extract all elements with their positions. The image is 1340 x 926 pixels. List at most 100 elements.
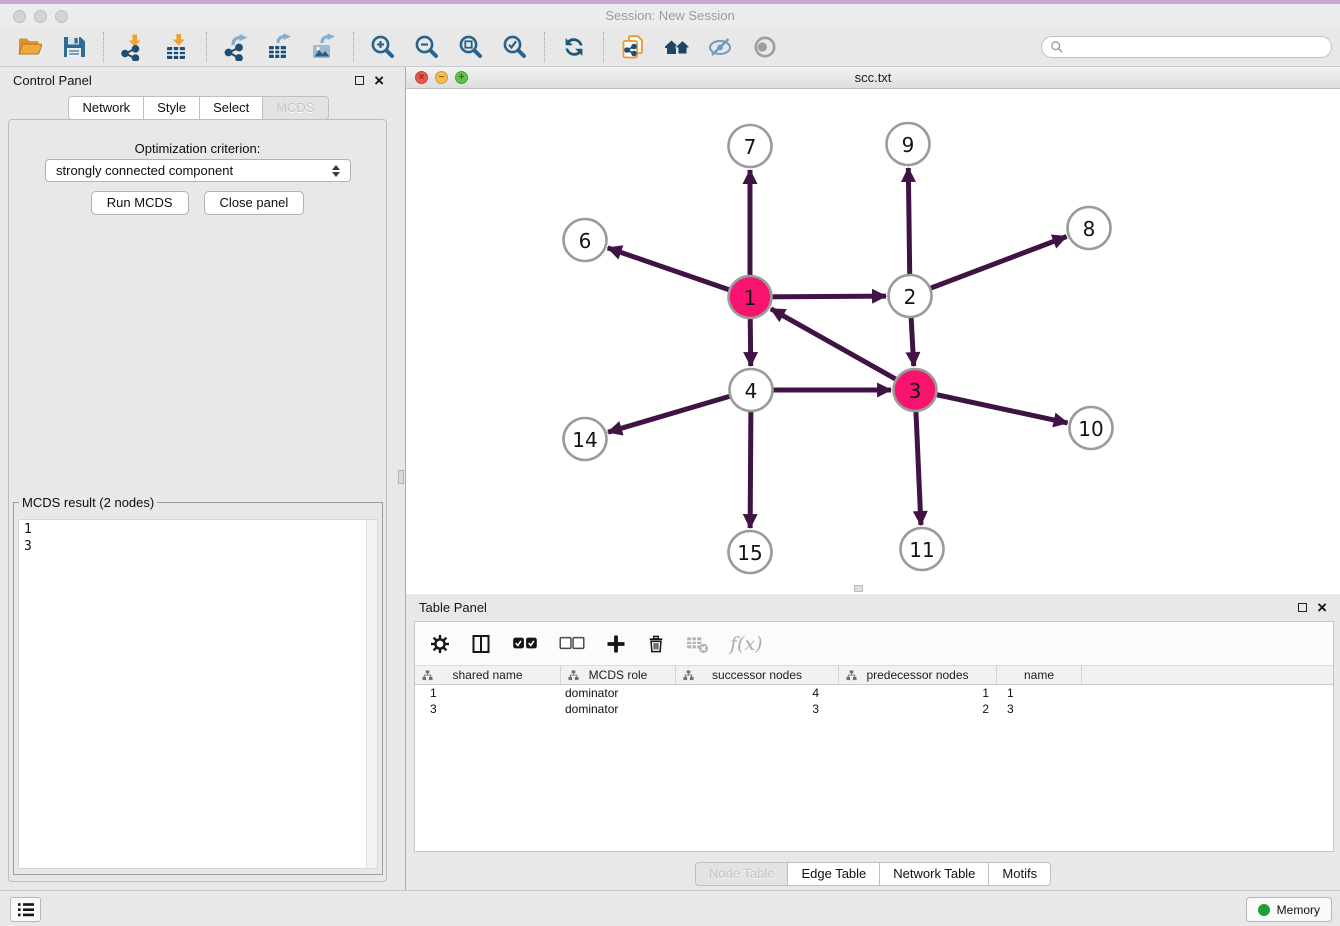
node-11[interactable]: 11	[901, 528, 944, 570]
run-mcds-button[interactable]: Run MCDS	[91, 191, 189, 215]
memory-button[interactable]: Memory	[1246, 897, 1332, 922]
network-minimize-button[interactable]: −	[435, 71, 448, 84]
network-graph[interactable]: 7 9 6 8 1 2 4 3 14 10 15 11	[406, 89, 1340, 594]
save-session-button[interactable]	[52, 31, 96, 63]
close-window-button[interactable]	[13, 10, 26, 23]
scrollbar[interactable]	[366, 520, 377, 868]
node-6[interactable]: 6	[564, 219, 607, 261]
vertical-splitter[interactable]	[397, 67, 406, 890]
node-15[interactable]: 15	[729, 531, 772, 573]
svg-text:7: 7	[744, 135, 757, 159]
edge-2-8[interactable]	[910, 237, 1067, 296]
zoom-window-button[interactable]	[55, 10, 68, 23]
column-header-successor-nodes[interactable]: successor nodes	[676, 666, 839, 684]
network-canvas[interactable]: 7 9 6 8 1 2 4 3 14 10 15 11	[406, 89, 1340, 594]
table-cell[interactable]: 1	[839, 685, 997, 701]
zoom-in-button[interactable]	[361, 31, 405, 63]
zoom-selected-button[interactable]	[493, 31, 537, 63]
open-session-button[interactable]	[8, 31, 52, 63]
close-panel-button[interactable]: Close panel	[204, 191, 305, 215]
delete-columns-button[interactable]	[647, 634, 665, 654]
import-network-button[interactable]	[111, 31, 155, 63]
hide-selected-button[interactable]	[699, 31, 743, 63]
show-columns-button[interactable]	[471, 634, 491, 654]
table-mode-button[interactable]	[430, 634, 450, 654]
zoom-out-icon	[413, 33, 441, 61]
task-history-button[interactable]	[10, 897, 41, 922]
table-cell[interactable]: 4	[676, 685, 839, 701]
network-close-button[interactable]: ×	[415, 71, 428, 84]
float-panel-icon[interactable]	[355, 76, 364, 85]
search-input[interactable]	[1069, 39, 1323, 55]
zoom-fit-button[interactable]	[449, 31, 493, 63]
column-header-mcds-role[interactable]: MCDS role	[561, 666, 676, 684]
mcds-result-box: MCDS result (2 nodes) 13	[13, 495, 383, 875]
node-8[interactable]: 8	[1068, 207, 1111, 249]
minimize-window-button[interactable]	[34, 10, 47, 23]
clone-network-button[interactable]	[611, 31, 655, 63]
node-2[interactable]: 2	[889, 275, 932, 317]
export-network-button[interactable]	[214, 31, 258, 63]
table-cell[interactable]: 3	[997, 701, 1082, 717]
add-icon	[606, 634, 626, 654]
tab-select[interactable]: Select	[199, 96, 262, 120]
tab-mcds[interactable]: MCDS	[262, 96, 328, 120]
close-panel-icon[interactable]: ×	[1317, 603, 1327, 613]
tab-network[interactable]: Network	[68, 96, 143, 120]
column-header-name[interactable]: name	[997, 666, 1082, 684]
export-table-button[interactable]	[258, 31, 302, 63]
export-image-icon	[310, 33, 338, 61]
node-4[interactable]: 4	[730, 369, 773, 411]
svg-text:14: 14	[572, 428, 597, 452]
apply-layout-button[interactable]	[552, 31, 596, 63]
deselect-all-icon	[559, 636, 585, 651]
table-cell[interactable]: 3	[415, 701, 561, 717]
select-all-columns-button[interactable]	[512, 636, 538, 651]
export-table-icon	[266, 33, 294, 61]
export-image-button[interactable]	[302, 31, 346, 63]
search-box[interactable]	[1041, 36, 1332, 58]
table-cell[interactable]: 2	[839, 701, 997, 717]
zoom-in-icon	[369, 33, 397, 61]
tab-edge-table[interactable]: Edge Table	[787, 862, 879, 886]
hierarchy-icon	[422, 670, 433, 681]
mcds-result-list[interactable]: 13	[18, 519, 378, 869]
zoom-out-button[interactable]	[405, 31, 449, 63]
table-cell[interactable]: 1	[415, 685, 561, 701]
edge-3-1[interactable]	[771, 309, 915, 390]
tab-style[interactable]: Style	[143, 96, 199, 120]
splitter-handle[interactable]	[398, 470, 404, 484]
table-cell[interactable]: 3	[676, 701, 839, 717]
tab-node-table[interactable]: Node Table	[695, 862, 788, 886]
tab-network-table[interactable]: Network Table	[879, 862, 988, 886]
create-column-button[interactable]	[606, 634, 626, 654]
tab-motifs[interactable]: Motifs	[988, 862, 1051, 886]
open-folder-icon	[16, 33, 44, 61]
first-neighbors-button[interactable]	[655, 31, 699, 63]
table-cell[interactable]: dominator	[561, 701, 676, 717]
column-header-shared-name[interactable]: shared name	[415, 666, 561, 684]
table-row[interactable]: 1dominator411	[415, 685, 1333, 701]
svg-text:4: 4	[745, 379, 758, 403]
column-label: successor nodes	[712, 668, 802, 682]
import-table-button[interactable]	[155, 31, 199, 63]
node-14[interactable]: 14	[564, 418, 607, 460]
edge-3-10[interactable]	[915, 390, 1068, 423]
optimization-criterion-select[interactable]: strongly connected component	[45, 159, 351, 182]
table-cell[interactable]: 1	[997, 685, 1082, 701]
import-table-icon	[163, 33, 191, 61]
deselect-all-columns-button[interactable]	[559, 636, 585, 651]
toolbar-separator	[103, 32, 104, 62]
node-9[interactable]: 9	[887, 123, 930, 165]
table-cell[interactable]: dominator	[561, 685, 676, 701]
table-row[interactable]: 3dominator323	[415, 701, 1333, 717]
node-10[interactable]: 10	[1070, 407, 1113, 449]
node-7[interactable]: 7	[729, 125, 772, 167]
column-header-predecessor-nodes[interactable]: predecessor nodes	[839, 666, 997, 684]
float-panel-icon[interactable]	[1298, 603, 1307, 612]
close-panel-icon[interactable]: ×	[374, 76, 384, 86]
node-3[interactable]: 3	[894, 369, 937, 411]
horizontal-splitter-handle[interactable]	[854, 585, 863, 592]
network-maximize-button[interactable]: +	[455, 71, 468, 84]
node-1[interactable]: 1	[729, 276, 772, 318]
